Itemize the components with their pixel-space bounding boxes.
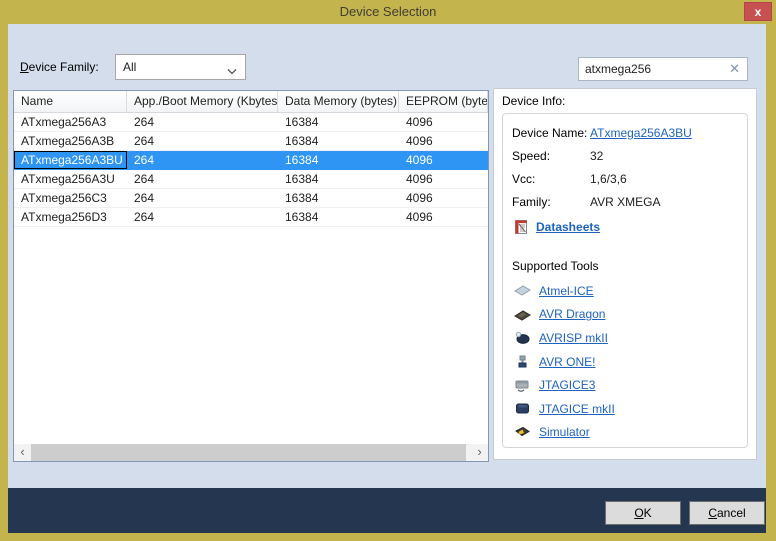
device-info-box: Device Name: ATxmega256A3BU Speed: 32 Vc… [502, 113, 748, 448]
cell-name: ATxmega256C3 [14, 189, 127, 207]
search-input[interactable] [585, 60, 720, 78]
tool-link-jtagice3[interactable]: JTAGICE3 [539, 378, 595, 392]
jtagice3-icon [514, 379, 531, 392]
device-family-select[interactable]: All [115, 54, 246, 80]
tool-row: AVR Dragon [512, 303, 747, 327]
column-header-datamem[interactable]: Data Memory (bytes) [278, 91, 399, 112]
vcc-value: 1,6/3,6 [590, 172, 627, 186]
avr-one-icon [514, 355, 531, 368]
speed-value: 32 [590, 149, 603, 163]
dialog-content: Device Family: All ✕ Name App./Boot Memo… [8, 24, 766, 533]
device-info-title: Device Info: [502, 94, 565, 108]
avr-dragon-icon [514, 308, 531, 321]
window-title: Device Selection [0, 4, 776, 19]
column-header-eeprom[interactable]: EEPROM (bytes) [399, 91, 488, 112]
pdf-datasheet-icon [512, 219, 529, 235]
ok-button[interactable]: OK [605, 501, 681, 525]
family-row: Family: AVR XMEGA [512, 190, 747, 213]
device-selection-dialog: Device Selection x Device Family: All ✕ … [0, 0, 776, 541]
column-header-name[interactable]: Name [14, 91, 127, 112]
tool-row: JTAGICE mkII [512, 397, 747, 421]
vcc-row: Vcc: 1,6/3,6 [512, 167, 747, 190]
device-table: Name App./Boot Memory (Kbytes) Data Memo… [13, 90, 489, 462]
close-icon: x [755, 5, 762, 19]
table-row[interactable]: ATxmega256A3U 264 16384 4096 [14, 170, 488, 189]
cell-name: ATxmega256A3 [14, 113, 127, 131]
scrollbar-thumb[interactable] [31, 444, 466, 461]
datasheets-row: Datasheets [512, 215, 747, 239]
atmel-ice-icon [514, 284, 531, 297]
cell-name: ATxmega256A3B [14, 132, 127, 150]
device-family-label: Device Family: [20, 60, 99, 74]
cell-datamem: 16384 [278, 208, 399, 226]
cell-appboot: 264 [127, 189, 278, 207]
tool-link-simulator[interactable]: Simulator [539, 425, 590, 439]
cell-appboot: 264 [127, 113, 278, 131]
scroll-right-icon[interactable]: › [471, 444, 488, 461]
datasheets-link[interactable]: Datasheets [536, 220, 600, 234]
table-row[interactable]: ATxmega256C3 264 16384 4096 [14, 189, 488, 208]
table-row[interactable]: ATxmega256A3B 264 16384 4096 [14, 132, 488, 151]
chevron-down-icon [227, 64, 237, 78]
speed-label: Speed: [512, 149, 590, 163]
table-row[interactable]: ATxmega256A3 264 16384 4096 [14, 113, 488, 132]
tool-row: Simulator [512, 421, 747, 445]
tool-link-jtagice-mkii[interactable]: JTAGICE mkII [539, 402, 615, 416]
clear-search-icon[interactable]: ✕ [729, 61, 740, 77]
cell-name: ATxmega256D3 [14, 208, 127, 226]
device-family-selected-value: All [123, 60, 136, 74]
tool-link-avr-one[interactable]: AVR ONE! [539, 355, 595, 369]
tool-link-avr-dragon[interactable]: AVR Dragon [539, 307, 605, 321]
tool-link-avrisp-mkii[interactable]: AVRISP mkII [539, 331, 608, 345]
cell-eeprom: 4096 [399, 132, 488, 150]
cell-eeprom: 4096 [399, 113, 488, 131]
jtagice-mkii-icon [514, 402, 531, 415]
close-button[interactable]: x [744, 2, 772, 21]
cell-appboot: 264 [127, 132, 278, 150]
cell-name: ATxmega256A3BU [14, 151, 127, 169]
cell-eeprom: 4096 [399, 170, 488, 188]
cell-datamem: 16384 [278, 170, 399, 188]
cell-datamem: 16384 [278, 132, 399, 150]
table-header: Name App./Boot Memory (Kbytes) Data Memo… [14, 91, 488, 113]
speed-row: Speed: 32 [512, 144, 747, 167]
supported-tools-title: Supported Tools [512, 259, 747, 279]
tool-link-atmel-ice[interactable]: Atmel-ICE [539, 284, 594, 298]
cancel-button[interactable]: Cancel [689, 501, 765, 525]
avrisp-mkii-icon [514, 331, 531, 344]
tool-row: AVRISP mkII [512, 326, 747, 350]
tool-row: AVR ONE! [512, 350, 747, 374]
cell-eeprom: 4096 [399, 208, 488, 226]
scroll-left-icon[interactable]: ‹ [14, 444, 31, 461]
cell-name: ATxmega256A3U [14, 170, 127, 188]
tool-row: STK600 [512, 444, 747, 448]
tool-row: JTAGICE3 [512, 373, 747, 397]
tool-row: Atmel-ICE [512, 279, 747, 303]
device-info-panel: Device Info: Device Name: ATxmega256A3BU… [493, 88, 757, 460]
cell-eeprom: 4096 [399, 189, 488, 207]
cell-datamem: 16384 [278, 189, 399, 207]
titlebar[interactable]: Device Selection x [0, 0, 776, 24]
simulator-icon [514, 426, 531, 439]
cell-datamem: 16384 [278, 151, 399, 169]
table-row[interactable]: ATxmega256D3 264 16384 4096 [14, 208, 488, 227]
footer-bar: OK Cancel [8, 488, 766, 533]
device-name-label: Device Name: [512, 126, 590, 140]
device-name-link[interactable]: ATxmega256A3BU [590, 126, 692, 140]
cell-eeprom: 4096 [399, 151, 488, 169]
cell-appboot: 264 [127, 170, 278, 188]
device-name-row: Device Name: ATxmega256A3BU [512, 121, 747, 144]
cell-appboot: 264 [127, 208, 278, 226]
horizontal-scrollbar[interactable]: ‹ › [14, 444, 488, 461]
search-box: ✕ [578, 57, 748, 81]
column-header-appboot[interactable]: App./Boot Memory (Kbytes) [127, 91, 278, 112]
family-label: Family: [512, 195, 590, 209]
family-value: AVR XMEGA [590, 195, 660, 209]
cell-appboot: 264 [127, 151, 278, 169]
vcc-label: Vcc: [512, 172, 590, 186]
cell-datamem: 16384 [278, 113, 399, 131]
table-row-selected[interactable]: ATxmega256A3BU 264 16384 4096 [14, 151, 488, 170]
